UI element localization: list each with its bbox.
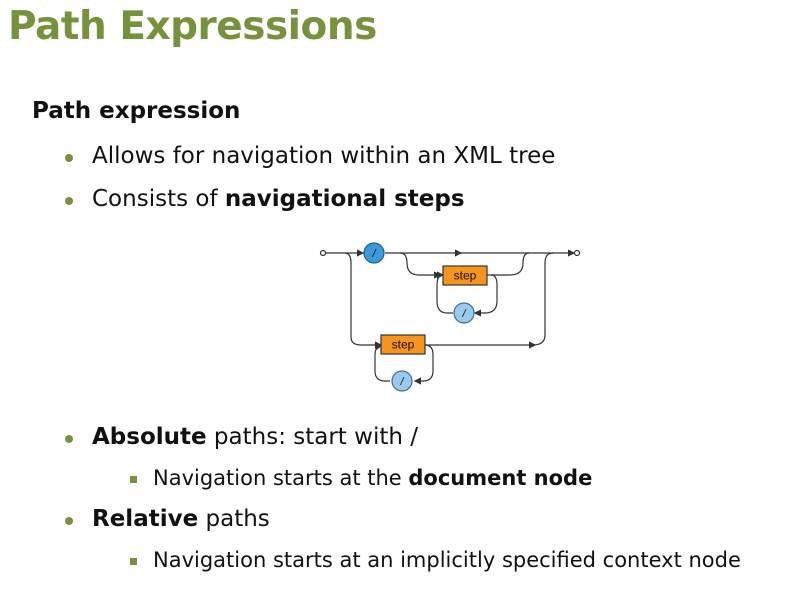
sub-bullet-marker — [130, 476, 137, 483]
bullet-prefix: Consists of — [92, 186, 225, 212]
step-box-bottom-label: step — [392, 338, 415, 352]
bullet-relative: Relative paths — [65, 506, 270, 532]
end-terminal — [573, 249, 581, 257]
bullet-bold: Absolute — [92, 424, 207, 450]
step-box-inner-label: step — [454, 269, 477, 283]
sub-bullet-absolute: Navigation starts at the document node — [130, 466, 593, 490]
sub-bullet-text: Navigation starts at an implicitly speci… — [153, 548, 741, 572]
start-terminal — [319, 249, 327, 257]
syntax-diagram: / step / step / — [319, 242, 581, 392]
bullet-dot — [65, 197, 73, 205]
bullet-text: Allows for navigation within an XML tree — [92, 143, 556, 169]
bullet-rest: paths: start with / — [206, 424, 418, 450]
bullet-rest: paths — [198, 506, 270, 532]
bullet-bold: Relative — [92, 506, 199, 532]
bullet-steps: Consists of navigational steps — [65, 186, 465, 212]
bullet-dot — [65, 517, 73, 525]
sub-bullet-relative: Navigation starts at an implicitly speci… — [130, 548, 741, 572]
bullet-absolute: Absolute paths: start with / — [65, 424, 418, 450]
sub-bullet-bold: document node — [408, 466, 593, 490]
bullet-navigation: Allows for navigation within an XML tree — [65, 143, 556, 169]
bullet-dot — [65, 154, 73, 162]
bullet-dot — [65, 435, 73, 443]
sub-bullet-prefix: Navigation starts at the — [153, 466, 409, 490]
bullet-bold: navigational steps — [224, 186, 465, 212]
section-heading: Path expression — [32, 98, 241, 124]
sub-bullet-marker — [130, 558, 137, 565]
slide-title: Path Expressions — [8, 4, 377, 49]
